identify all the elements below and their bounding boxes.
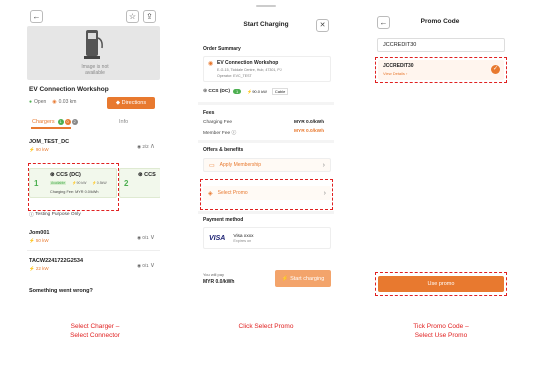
charger-station-icon bbox=[84, 30, 103, 59]
annotation-box-connector bbox=[28, 163, 119, 211]
caption-step-3: Tick Promo Code – Select Use Promo bbox=[413, 323, 469, 339]
card-name: Visa xxxx bbox=[233, 233, 254, 239]
caption-step-1: Select Charger – Select Connector bbox=[70, 323, 120, 339]
offers-heading: Offers & benefits bbox=[203, 147, 244, 153]
order-summary-heading: Order Summary bbox=[203, 46, 241, 52]
favorite-star-icon[interactable]: ☆ bbox=[126, 10, 139, 23]
workshop-card: ◉ EV Connection Workshop E-G-15, Tioldal… bbox=[203, 56, 331, 82]
start-charging-button[interactable]: ⚡ Start charging bbox=[275, 270, 331, 287]
visa-logo: VISA bbox=[209, 234, 226, 242]
connector-summary: ⊛ CCS (DC) 1 ⚡90.0 kW Cable bbox=[203, 88, 289, 95]
page-title: Promo Code bbox=[420, 18, 460, 25]
divider bbox=[198, 211, 334, 214]
badge-busy: 0 bbox=[64, 119, 71, 125]
charger-row[interactable]: Jom001 ⚡ 50 kW ◉ 0/1 ∨ bbox=[29, 230, 159, 244]
charging-fee-label: Charging Fee bbox=[203, 120, 233, 125]
location-pin-icon: ◉ bbox=[52, 99, 57, 105]
ccs-plug-icon: ⊛ bbox=[138, 172, 143, 178]
badge-available: 1 bbox=[57, 119, 64, 125]
directions-button[interactable]: ◆ Directions bbox=[107, 97, 155, 109]
directions-icon: ◆ bbox=[115, 100, 121, 106]
fees-heading: Fees bbox=[203, 110, 215, 116]
open-dot-icon: ● bbox=[29, 99, 33, 105]
annotation-box-promo-item bbox=[375, 57, 507, 83]
charging-fee-value: MYR 0.0/kWh bbox=[294, 120, 325, 125]
apply-membership-row[interactable]: ▭ Apply Membership › bbox=[203, 158, 331, 172]
charger-detail-screen: ← ☆ ⇪ Image is not available EV Connecti… bbox=[27, 4, 160, 300]
chevron-right-icon: › bbox=[322, 161, 325, 169]
badge-offline: 2 bbox=[71, 119, 78, 125]
tab-info[interactable]: Info bbox=[119, 119, 128, 125]
page-title: Start Charging bbox=[243, 21, 289, 28]
charger-row[interactable]: TACW2241722G2534 ⚡ 22 kW ◉ 0/1 ∨ bbox=[29, 258, 159, 272]
tab-chargers[interactable]: Chargers 1 0 2 bbox=[32, 119, 78, 125]
promo-code-input[interactable]: JCCREDIT30 bbox=[377, 38, 505, 52]
payment-card[interactable]: VISA Visa xxxx Expires on bbox=[203, 227, 331, 249]
info-icon: ⓘ bbox=[29, 213, 34, 218]
annotation-box-promo bbox=[200, 179, 333, 210]
member-fee-value: MYR 0.0/kWh bbox=[294, 129, 325, 134]
charger-row[interactable]: JOM_TEST_DC ⚡ 90 kW ◉ 2/2 ∧ bbox=[29, 139, 159, 153]
annotation-box-use-promo bbox=[375, 272, 507, 296]
divider bbox=[198, 140, 334, 143]
share-icon[interactable]: ⇪ bbox=[143, 10, 156, 23]
station-name: EV Connection Workshop bbox=[29, 86, 109, 93]
will-pay-label: You will pay bbox=[203, 272, 224, 277]
close-button[interactable]: ✕ bbox=[316, 19, 329, 32]
testing-note: ⓘ Testing Purpose Only bbox=[29, 212, 81, 218]
promo-code-screen: ← Promo Code JCCREDIT30 JCCREDIT30 View … bbox=[372, 4, 508, 300]
connector-card-2[interactable]: 2 ⊛ CCS bbox=[119, 168, 160, 198]
membership-card-icon: ▭ bbox=[209, 162, 215, 169]
something-went-wrong-link[interactable]: Something went wrong? bbox=[29, 288, 93, 294]
location-pin-icon: ◉ bbox=[208, 61, 214, 67]
caption-step-2: Click Select Promo bbox=[238, 323, 294, 330]
divider bbox=[27, 250, 160, 251]
station-image: Image is not available bbox=[27, 26, 160, 80]
back-button[interactable]: ← bbox=[30, 10, 43, 23]
ccs-plug-icon: ⊛ bbox=[203, 89, 208, 94]
start-charging-screen: Start Charging ✕ Order Summary ◉ EV Conn… bbox=[198, 4, 334, 300]
image-placeholder-text: Image is not available bbox=[81, 64, 109, 76]
pay-amount: MYR 0.0/kWh bbox=[203, 279, 235, 285]
drag-handle[interactable] bbox=[256, 5, 276, 7]
station-status: ● Open ◉ 0.03 km bbox=[29, 99, 77, 105]
bolt-icon: ⚡ bbox=[281, 275, 289, 282]
member-fee-label: Member Fee ⓘ bbox=[203, 131, 237, 136]
payment-heading: Payment method bbox=[203, 217, 244, 223]
tab-underline bbox=[31, 127, 71, 129]
divider bbox=[198, 102, 334, 105]
card-expiry: Expires on bbox=[233, 238, 252, 243]
